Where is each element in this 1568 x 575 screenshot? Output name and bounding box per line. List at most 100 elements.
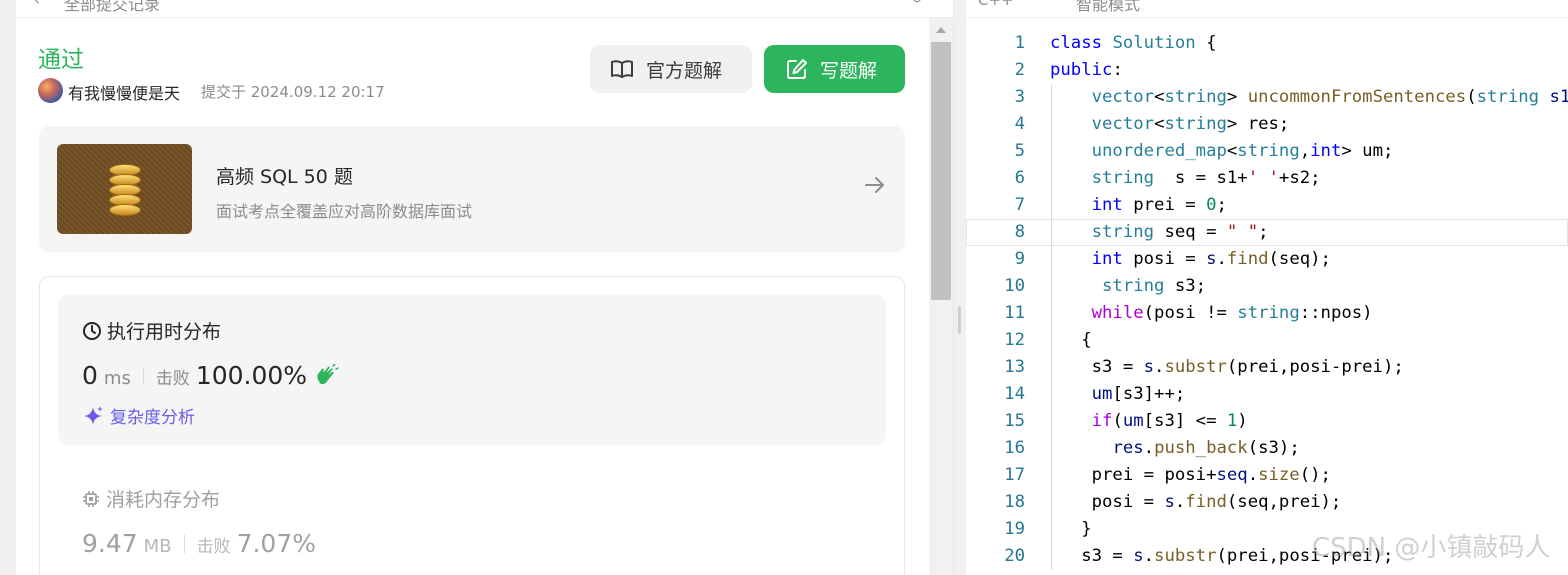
code-line[interactable]: 2 public: — [966, 57, 1568, 84]
scrollbar-thumb[interactable] — [931, 42, 951, 300]
code-text: class Solution { — [1050, 33, 1217, 53]
code-line[interactable]: 18 posi = s.find(seq,prei); — [966, 489, 1568, 516]
line-number: 13 — [1004, 357, 1025, 377]
runtime-stats: 0 ms 击败 100.00% — [82, 361, 339, 390]
code-text: { — [1050, 330, 1092, 350]
code-text: string s = s1+' '+s2; — [1091, 168, 1321, 188]
line-number: 6 — [1014, 168, 1025, 188]
code-text: unordered_map<string,int> um; — [1091, 141, 1394, 161]
code-editor[interactable]: C++ 智能模式 1 class Solution {2 public: 3 vect… — [966, 0, 1568, 575]
code-line[interactable]: 6 string s = s1+' '+s2; — [966, 165, 1568, 192]
smart-mode-toggle[interactable]: 智能模式 — [1076, 0, 1140, 15]
runtime-beat-label: 击败 — [155, 369, 190, 389]
line-number: 20 — [1004, 546, 1025, 566]
code-line[interactable]: 12 { — [966, 327, 1568, 354]
official-solution-button[interactable]: 官方题解 — [590, 45, 752, 93]
line-number: 8 — [1014, 222, 1025, 242]
line-number: 11 — [1004, 303, 1025, 323]
refresh-icon[interactable]: ↻ — [911, 0, 923, 7]
code-line[interactable]: 11 while(posi != string::npos) — [966, 300, 1568, 327]
scroll-up-arrow-icon[interactable] — [936, 27, 946, 33]
line-number: 9 — [1014, 249, 1025, 269]
panel-resize-handle[interactable] — [958, 306, 961, 334]
line-number: 14 — [1004, 384, 1025, 404]
runtime-beat-value: 100.00% — [195, 361, 308, 390]
code-lines: 1 class Solution {2 public: 3 vector<string… — [966, 30, 1568, 570]
line-number: 5 — [1014, 141, 1025, 161]
code-text: int posi = s.find(seq); — [1091, 249, 1331, 269]
code-line[interactable]: 14 um[s3]++; — [966, 381, 1568, 408]
line-number: 16 — [1004, 438, 1025, 458]
line-number: 4 — [1014, 114, 1025, 134]
code-line[interactable]: 10 string s3; — [966, 273, 1568, 300]
code-text: while(posi != string::npos) — [1091, 303, 1373, 323]
study-plan-description: 面试考点全覆盖应对高阶数据库面试 — [216, 202, 473, 221]
database-icon — [57, 144, 192, 234]
memory-unit: MB — [143, 536, 172, 557]
memory-label[interactable]: 消耗内存分布 — [82, 485, 220, 512]
complexity-analysis-link[interactable]: 复杂度分析 — [82, 403, 195, 428]
runtime-section[interactable]: 执行用时分布 0 ms 击败 100.00% 复杂度分析 — [58, 295, 886, 445]
code-line[interactable]: 5 unordered_map<string,int> um; — [966, 138, 1568, 165]
code-text: prei = posi+seq.size(); — [1050, 465, 1331, 485]
code-text: vector<string> uncommonFromSentences(str… — [1091, 87, 1568, 107]
code-line[interactable]: 1 class Solution { — [966, 30, 1568, 57]
code-text: string s3; — [1102, 276, 1207, 296]
code-line[interactable]: 8 string seq = " "; — [966, 219, 1568, 246]
submit-time: 提交于 2024.09.12 20:17 — [201, 83, 385, 101]
write-solution-button[interactable]: 写题解 — [764, 45, 905, 93]
memory-label-text: 消耗内存分布 — [106, 489, 221, 511]
code-text: um[s3]++; — [1091, 384, 1186, 404]
back-chevron-icon[interactable]: ‹ — [34, 0, 40, 9]
submission-panel: ‹ 全部提交记录 ↻ 通过 有我慢慢便是天 提交于 2024.09.12 20:… — [16, 0, 954, 575]
author-name[interactable]: 有我慢慢便是天 — [68, 80, 180, 104]
official-solution-label: 官方题解 — [646, 59, 723, 82]
line-number: 3 — [1014, 87, 1025, 107]
code-text: string seq = " "; — [1091, 222, 1269, 242]
chip-icon — [83, 490, 99, 507]
performance-card: 执行用时分布 0 ms 击败 100.00% 复杂度分析 消耗内存分布 9.47… — [39, 276, 905, 575]
avatar[interactable] — [38, 78, 63, 103]
all-submissions-link[interactable]: 全部提交记录 — [64, 0, 160, 15]
code-text: if(um[s3] <= 1) — [1091, 411, 1248, 431]
code-line[interactable]: 3 vector<string> uncommonFromSentences(s… — [966, 84, 1568, 111]
write-solution-label: 写题解 — [820, 59, 878, 82]
clap-icon — [317, 363, 339, 384]
runtime-value: 0 — [82, 361, 98, 390]
study-plan-card[interactable]: 高频 SQL 50 题 面试考点全覆盖应对高阶数据库面试 — [39, 126, 905, 252]
code-line[interactable]: 9 int posi = s.find(seq); — [966, 246, 1568, 273]
language-selector[interactable]: C++ — [978, 0, 1014, 9]
complexity-analysis-label: 复杂度分析 — [110, 408, 195, 428]
study-plan-title: 高频 SQL 50 题 — [216, 166, 353, 188]
memory-value: 9.47 — [82, 529, 138, 558]
runtime-label: 执行用时分布 — [82, 317, 221, 344]
code-line[interactable]: 7 int prei = 0; — [966, 192, 1568, 219]
indent-guide — [1051, 84, 1052, 570]
memory-beat-label: 击败 — [196, 537, 231, 557]
line-number: 10 — [1004, 276, 1025, 296]
line-number: 17 — [1004, 465, 1025, 485]
runtime-unit: ms — [103, 368, 131, 389]
divider — [142, 366, 144, 385]
memory-stats: 9.47 MB 击败 7.07% — [82, 529, 316, 558]
book-icon — [611, 60, 633, 78]
line-number: 19 — [1004, 519, 1025, 539]
code-text: public: — [1050, 60, 1123, 80]
line-number: 15 — [1004, 411, 1025, 431]
submission-status: 通过 — [38, 47, 84, 73]
editor-topbar: C++ 智能模式 — [966, 0, 1568, 18]
code-line[interactable]: 15 if(um[s3] <= 1) — [966, 408, 1568, 435]
runtime-label-text: 执行用时分布 — [107, 321, 222, 343]
code-line[interactable]: 17 prei = posi+seq.size(); — [966, 462, 1568, 489]
line-number: 18 — [1004, 492, 1025, 512]
code-text: s3 = s.substr(prei,posi-prei); — [1050, 357, 1404, 377]
code-text: posi = s.find(seq,prei); — [1050, 492, 1342, 512]
code-line[interactable]: 16 res.push_back(s3); — [966, 435, 1568, 462]
line-number: 7 — [1014, 195, 1025, 215]
sparkle-icon — [84, 405, 103, 425]
code-line[interactable]: 13 s3 = s.substr(prei,posi-prei); — [966, 354, 1568, 381]
submission-topbar: ‹ 全部提交记录 ↻ — [16, 0, 953, 18]
memory-beat-value: 7.07% — [236, 529, 316, 558]
code-text: vector<string> res; — [1091, 114, 1290, 134]
code-line[interactable]: 4 vector<string> res; — [966, 111, 1568, 138]
